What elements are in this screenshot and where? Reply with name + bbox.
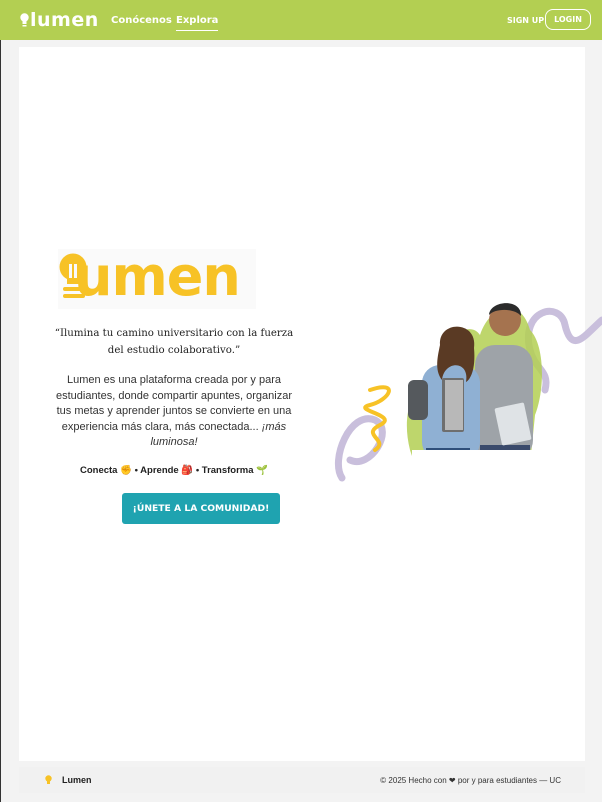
students-illustration (334, 303, 602, 482)
hero-quote-line1: “Ilumina tu camino universitario con la … (54, 328, 294, 339)
hero-quote-line2: del estudio colaborativo.” (107, 345, 241, 356)
nav-logo[interactable]: lumen (20, 9, 99, 31)
lightbulb-icon (20, 12, 29, 26)
footer: Lumen © 2025 Hecho con ❤ por y para estu… (19, 767, 585, 793)
join-community-button[interactable]: ¡ÚNETE A LA COMUNIDAD! (122, 493, 280, 524)
footer-copyright: © 2025 Hecho con ❤ por y para estudiante… (380, 776, 561, 785)
hero-description-text: Lumen es una plataforma creada por y par… (55, 374, 293, 433)
hero-description: Lumen es una plataforma creada por y par… (52, 373, 296, 451)
footer-brand[interactable]: Lumen (45, 775, 92, 785)
hero-logo: umen (58, 245, 256, 309)
lightbulb-icon (45, 775, 52, 784)
footer-brand-text: Lumen (62, 775, 92, 785)
signup-link[interactable]: SIGN UP (507, 16, 544, 25)
hero-tagline: Conecta ✊ • Aprende 🎒 • Transforma 🌱 (79, 465, 268, 476)
nav-link-explora[interactable]: Explora (176, 15, 219, 31)
login-button[interactable]: LOGIN (545, 9, 591, 30)
top-navbar: lumen Conócenos Explora SIGN UP LOGIN (0, 0, 602, 40)
nav-logo-text: lumen (30, 9, 99, 31)
nav-link-conocenos[interactable]: Conócenos (111, 15, 172, 26)
hero-quote: “Ilumina tu camino universitario con la … (52, 325, 296, 359)
hero-logo-text: umen (74, 245, 241, 308)
